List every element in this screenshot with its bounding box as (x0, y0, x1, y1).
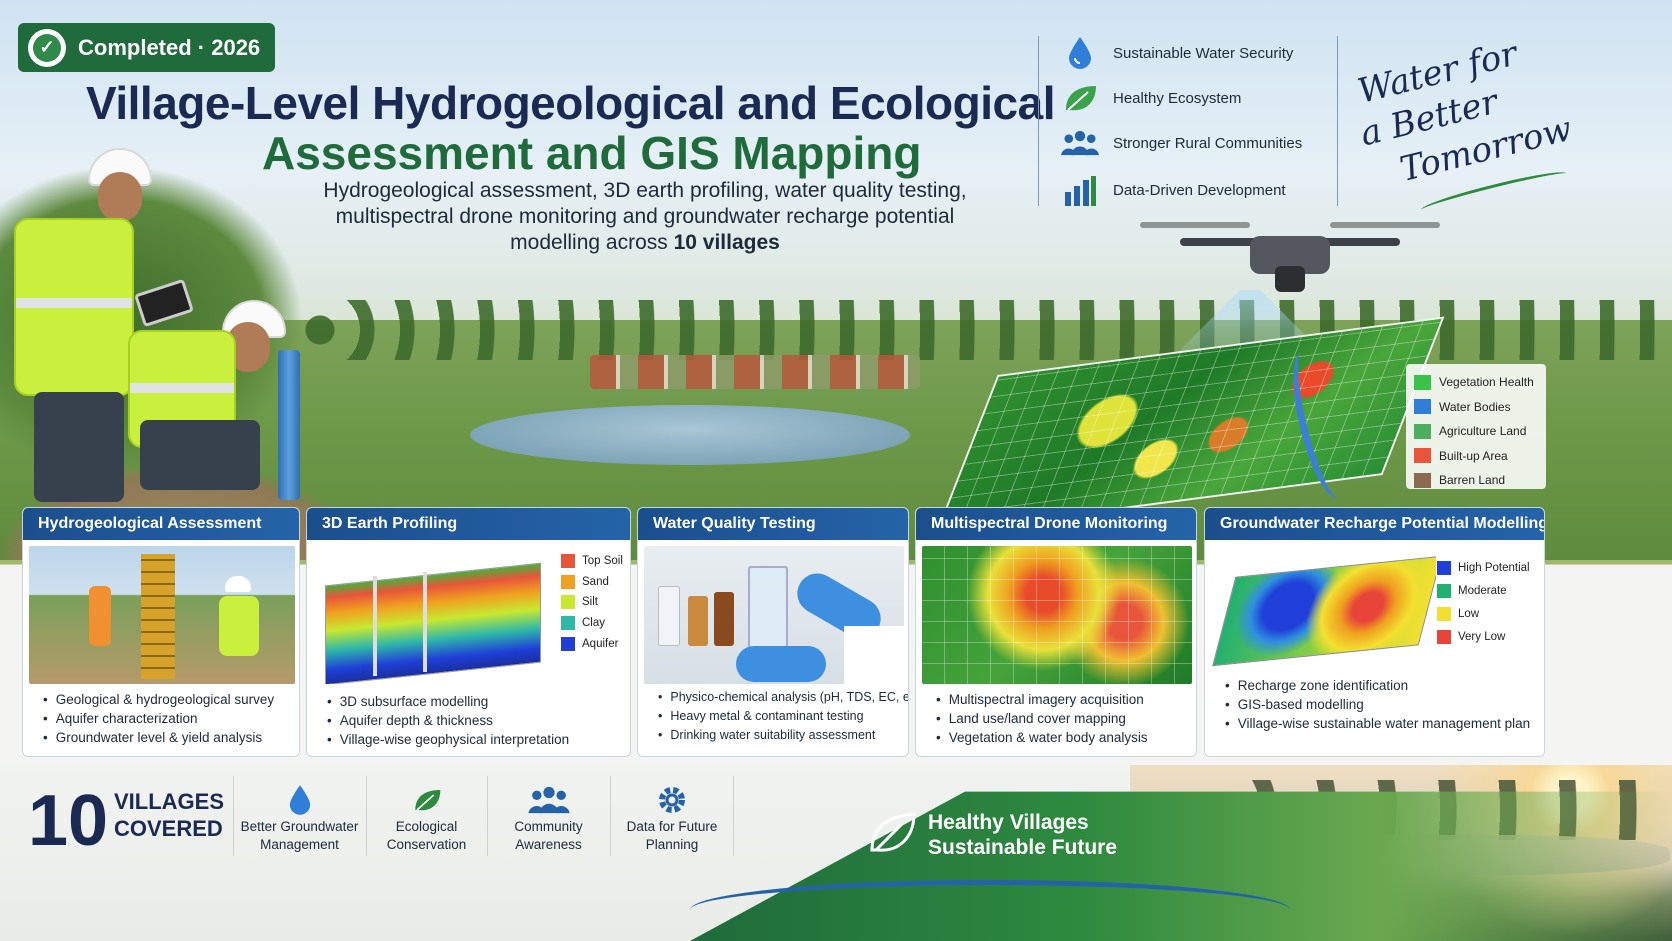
leaf-icon (868, 808, 918, 862)
legend-swatch (1437, 629, 1451, 644)
legend-item: Silt (561, 592, 623, 613)
legend-swatch (561, 636, 575, 651)
legend-swatch (561, 554, 575, 569)
people-icon (488, 782, 609, 818)
card-bullet: Recharge zone identification (1225, 676, 1530, 695)
legend-swatch (561, 595, 575, 610)
legend-swatch (1437, 606, 1451, 621)
leaf-icon (1061, 81, 1099, 115)
legend-item: Low (1437, 602, 1530, 625)
check-icon: ✓ (28, 28, 66, 67)
goal-item: Healthy Ecosystem (1061, 81, 1241, 115)
legend-item: Vegetation Health (1414, 370, 1538, 395)
footer-slogan: Healthy Villages Sustainable Future (868, 808, 1117, 862)
footer-line2: Sustainable Future (928, 836, 1118, 859)
card-bullet: Physico-chemical analysis (pH, TDS, EC, … (658, 688, 908, 707)
card-bullet: Land use/land cover mapping (936, 709, 1148, 728)
card-bullet: Aquifer depth & thickness (327, 711, 569, 730)
water-drop-icon (1061, 36, 1099, 70)
card-bullet: 3D subsurface modelling (327, 692, 569, 711)
map-legend: Vegetation Health Water Bodies Agricultu… (1406, 364, 1546, 489)
legend-item: Agriculture Land (1414, 419, 1538, 444)
card-bullet: Heavy metal & contaminant testing (658, 707, 908, 726)
village-houses (590, 355, 920, 389)
card-water-quality-testing: Water Quality Testing Physico-chemical a… (637, 507, 909, 757)
legend-item: Water Bodies (1414, 395, 1538, 420)
card-groundwater-recharge-modelling: Groundwater Recharge Potential Modelling… (1204, 507, 1545, 757)
soil-layer-legend: Top Soil Sand Silt Clay Aquifer (561, 551, 623, 654)
card-bullet: Drinking water suitability assessment (658, 726, 908, 745)
legend-swatch (1414, 423, 1431, 439)
legend-item: Built-up Area (1414, 444, 1538, 469)
recharge-potential-3d-map (1211, 546, 1436, 684)
card-bullet: Village-wise sustainable water managemen… (1225, 714, 1530, 733)
drilling-rig-photo (29, 546, 295, 684)
tree-line (300, 300, 1672, 360)
piezometer-pipe (278, 350, 300, 500)
goal-item: Stronger Rural Communities (1061, 126, 1302, 160)
leaf-icon (367, 782, 486, 818)
gear-icon (611, 782, 733, 818)
legend-swatch (561, 616, 575, 631)
subtitle-line3: modelling across 10 villages (510, 231, 780, 254)
benefit-item: Community Awareness (487, 776, 609, 856)
legend-swatch (1414, 399, 1431, 415)
completed-badge: ✓ Completed · 2026 (18, 23, 275, 72)
card-title: Multispectral Drone Monitoring (916, 508, 1196, 540)
card-bullet: Village-wise geophysical interpretation (327, 730, 569, 749)
legend-item: Very Low (1437, 625, 1530, 648)
badge-text: Completed · 2026 (78, 34, 261, 60)
card-title: 3D Earth Profiling (307, 508, 630, 540)
3d-earth-profile-graphic (313, 546, 553, 684)
card-multispectral-drone-monitoring: Multispectral Drone Monitoring Multispec… (915, 507, 1197, 757)
people-icon (1061, 126, 1099, 160)
bar-chart-icon (1061, 173, 1099, 207)
subtitle-line1: Hydrogeological assessment, 3D earth pro… (323, 179, 967, 202)
recharge-legend: High Potential Moderate Low Very Low (1437, 556, 1530, 648)
card-3d-earth-profiling: 3D Earth Profiling Top Soil Sand Silt Cl… (306, 507, 631, 757)
page-subtitle: Hydrogeological assessment, 3D earth pro… (300, 178, 990, 256)
card-title: Water Quality Testing (638, 508, 908, 540)
card-bullet: Geological & hydrogeological survey (43, 690, 274, 709)
card-bullet: Aquifer characterization (43, 709, 274, 728)
benefit-item: Better Groundwater Management (233, 776, 365, 856)
card-bullet: Groundwater level & yield analysis (43, 728, 274, 747)
page-title-line1: Village-Level Hydrogeological and Ecolog… (86, 77, 1055, 129)
card-bullet: GIS-based modelling (1225, 695, 1530, 714)
legend-swatch (561, 574, 575, 589)
card-bullet: Vegetation & water body analysis (936, 728, 1148, 747)
card-title: Groundwater Recharge Potential Modelling (1205, 508, 1544, 540)
legend-swatch (1414, 448, 1431, 464)
legend-item: Barren Land (1414, 468, 1538, 493)
card-bullet: Multispectral imagery acquisition (936, 690, 1148, 709)
goal-item: Sustainable Water Security (1061, 36, 1293, 70)
goal-item: Data-Driven Development (1061, 173, 1286, 207)
legend-swatch (1414, 374, 1431, 390)
village-pond (470, 405, 910, 465)
card-title: Hydrogeological Assessment (23, 508, 299, 540)
legend-item: Sand (561, 572, 623, 593)
page-title-line2: Assessment and GIS Mapping (262, 127, 922, 179)
legend-item: Moderate (1437, 579, 1530, 602)
water-sample-photo (644, 546, 904, 684)
subtitle-line2: multispectral drone monitoring and groun… (335, 205, 955, 228)
card-hydrogeological-assessment: Hydrogeological Assessment Geological & … (22, 507, 300, 757)
water-drop-icon (234, 782, 365, 818)
benefit-item: Ecological Conservation (366, 776, 486, 856)
legend-item: High Potential (1437, 556, 1530, 579)
footer-line1: Healthy Villages (928, 811, 1089, 834)
benefit-item: Data for Future Planning (610, 776, 734, 856)
legend-item: Top Soil (561, 551, 623, 572)
legend-swatch (1437, 583, 1451, 598)
legend-item: Aquifer (561, 633, 623, 654)
blue-swoosh (690, 880, 1290, 940)
goals-list: Sustainable Water Security Healthy Ecosy… (1038, 36, 1338, 206)
legend-item: Clay (561, 613, 623, 634)
villages-label: VILLAGES COVERED (114, 789, 225, 841)
villages-count: 10 (28, 781, 109, 861)
ndvi-drone-image (922, 546, 1192, 684)
legend-swatch (1437, 560, 1451, 575)
legend-swatch (1414, 472, 1431, 488)
